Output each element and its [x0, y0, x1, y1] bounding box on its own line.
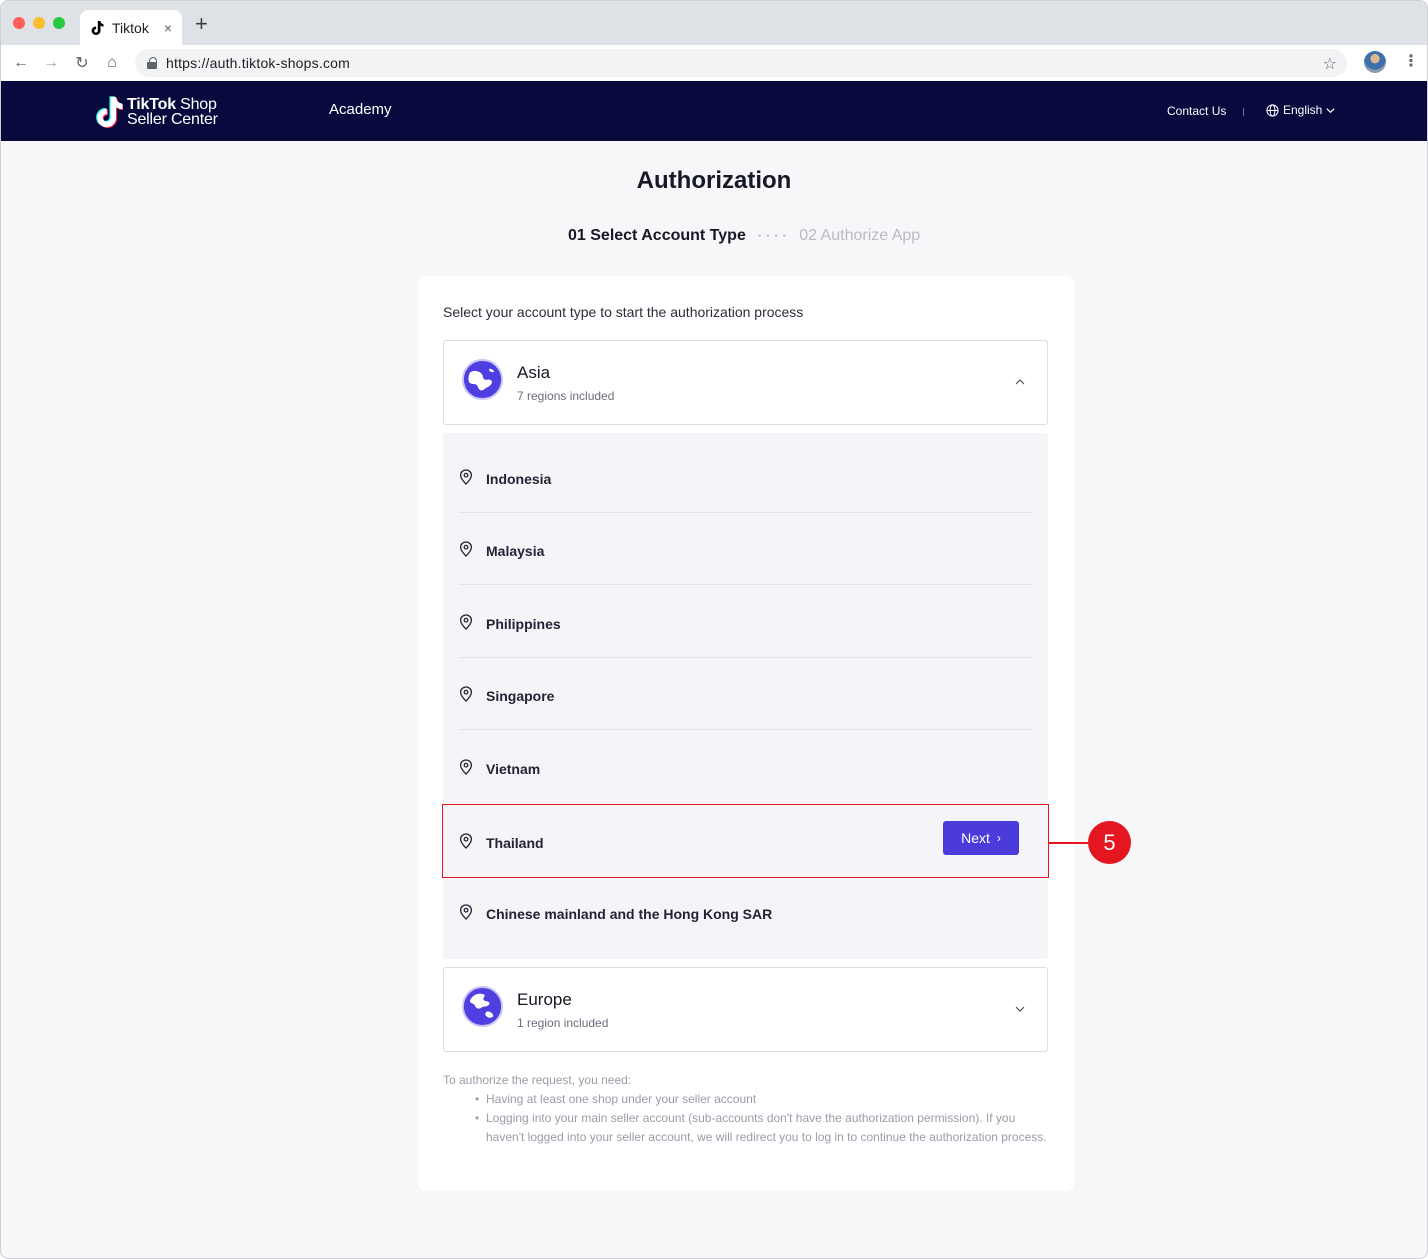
- url-text: https://auth.tiktok-shops.com: [166, 55, 350, 71]
- divider: [459, 729, 1032, 730]
- back-arrow-icon[interactable]: ←: [11, 53, 31, 73]
- new-tab-button[interactable]: +: [195, 13, 208, 35]
- next-button[interactable]: Next ›: [943, 821, 1019, 855]
- card-intro-text: Select your account type to start the au…: [443, 304, 804, 320]
- country-list: Indonesia Malaysia Philippines Singapore: [442, 433, 1049, 959]
- requirement-item: Logging into your main seller account (s…: [475, 1109, 1048, 1147]
- country-name: Vietnam: [486, 761, 541, 777]
- country-item-philippines[interactable]: Philippines: [443, 586, 1048, 658]
- lock-icon: [147, 57, 157, 69]
- region-count: 7 regions included: [517, 389, 615, 403]
- chevron-down-icon[interactable]: [1013, 1002, 1027, 1016]
- country-name: Singapore: [486, 688, 555, 704]
- country-name: Chinese mainland and the Hong Kong SAR: [486, 906, 773, 922]
- tiktok-shop-logo[interactable]: TikTok Shop Seller Center: [95, 96, 218, 128]
- country-name: Philippines: [486, 616, 561, 632]
- page-title: Authorization: [636, 167, 792, 194]
- browser-toolbar: ← → ↻ ⌂ https://auth.tiktok-shops.com ☆ …: [1, 45, 1427, 81]
- tab-close-icon[interactable]: ×: [164, 20, 172, 36]
- step-connector: • • • •: [757, 230, 788, 242]
- stepper: 01 Select Account Type • • • • 02 Author…: [568, 227, 920, 245]
- requirements-list: Having at least one shop under your sell…: [443, 1090, 1048, 1147]
- divider: [459, 584, 1032, 585]
- home-icon[interactable]: ⌂: [102, 53, 122, 73]
- bookmark-star-icon[interactable]: ☆: [1323, 54, 1337, 74]
- profile-avatar[interactable]: [1364, 51, 1386, 73]
- reload-icon[interactable]: ↻: [72, 53, 92, 73]
- nav-academy-link[interactable]: Academy: [329, 101, 392, 118]
- country-name: Thailand: [486, 835, 544, 851]
- location-pin-icon: [459, 904, 473, 920]
- next-button-label: Next: [961, 830, 990, 846]
- asia-globe-icon: [462, 359, 503, 400]
- requirement-item: Having at least one shop under your sell…: [475, 1090, 1048, 1109]
- location-pin-icon: [459, 833, 473, 849]
- requirements-note: To authorize the request, you need: Havi…: [443, 1071, 1048, 1147]
- location-pin-icon: [459, 614, 473, 630]
- note-heading: To authorize the request, you need:: [443, 1073, 632, 1087]
- authorization-card: Select your account type to start the au…: [418, 276, 1074, 1191]
- region-name: Europe: [517, 990, 572, 1009]
- browser-menu-icon[interactable]: ⋮: [1403, 51, 1419, 71]
- step-callout-badge: 5: [1088, 821, 1131, 864]
- contact-us-link[interactable]: Contact Us: [1167, 104, 1226, 118]
- forward-arrow-icon[interactable]: →: [41, 53, 61, 73]
- location-pin-icon: [459, 759, 473, 775]
- maximize-window-button[interactable]: [53, 17, 65, 29]
- tab-strip: Tiktok × +: [1, 1, 1427, 45]
- region-europe[interactable]: Europe 1 region included: [443, 967, 1048, 1052]
- globe-icon: [1266, 103, 1279, 117]
- tiktok-logo-icon: [96, 96, 123, 128]
- country-item-vietnam[interactable]: Vietnam: [443, 731, 1048, 803]
- location-pin-icon: [459, 541, 473, 557]
- chevron-down-icon: [1326, 107, 1335, 113]
- country-item-indonesia[interactable]: Indonesia: [443, 441, 1048, 513]
- language-selector[interactable]: English: [1266, 103, 1336, 117]
- language-label: English: [1283, 103, 1323, 117]
- country-item-thailand[interactable]: Thailand Next ›: [442, 804, 1049, 878]
- step-authorize-app: 02 Authorize App: [799, 227, 921, 244]
- tiktok-favicon-icon: [90, 20, 104, 35]
- header-divider: [1243, 108, 1244, 116]
- country-name: Indonesia: [486, 471, 552, 487]
- chevron-right-icon: ›: [996, 831, 1001, 845]
- logo-seller-center: Seller Center: [127, 111, 218, 128]
- country-name: Malaysia: [486, 543, 545, 559]
- step-select-account-type: 01 Select Account Type: [568, 227, 746, 244]
- tab-title: Tiktok: [112, 19, 149, 36]
- location-pin-icon: [459, 469, 473, 485]
- europe-globe-icon: [462, 986, 503, 1027]
- region-asia[interactable]: Asia 7 regions included: [443, 340, 1048, 425]
- location-pin-icon: [459, 686, 473, 702]
- site-header: TikTok Shop Seller Center Academy Contac…: [1, 81, 1427, 141]
- country-item-malaysia[interactable]: Malaysia: [443, 513, 1048, 585]
- close-window-button[interactable]: [13, 17, 25, 29]
- minimize-window-button[interactable]: [33, 17, 45, 29]
- callout-connector: [1048, 842, 1089, 844]
- country-item-singapore[interactable]: Singapore: [443, 658, 1048, 730]
- region-count: 1 region included: [517, 1016, 609, 1030]
- browser-tab[interactable]: Tiktok ×: [80, 10, 182, 45]
- address-bar[interactable]: https://auth.tiktok-shops.com ☆: [135, 49, 1347, 77]
- country-item-chinese-mainland-hk[interactable]: Chinese mainland and the Hong Kong SAR: [443, 876, 1048, 948]
- region-name: Asia: [517, 363, 551, 382]
- browser-window: Tiktok × + ← → ↻ ⌂ https://auth.tiktok-s…: [0, 0, 1428, 1259]
- chevron-up-icon[interactable]: [1013, 375, 1027, 389]
